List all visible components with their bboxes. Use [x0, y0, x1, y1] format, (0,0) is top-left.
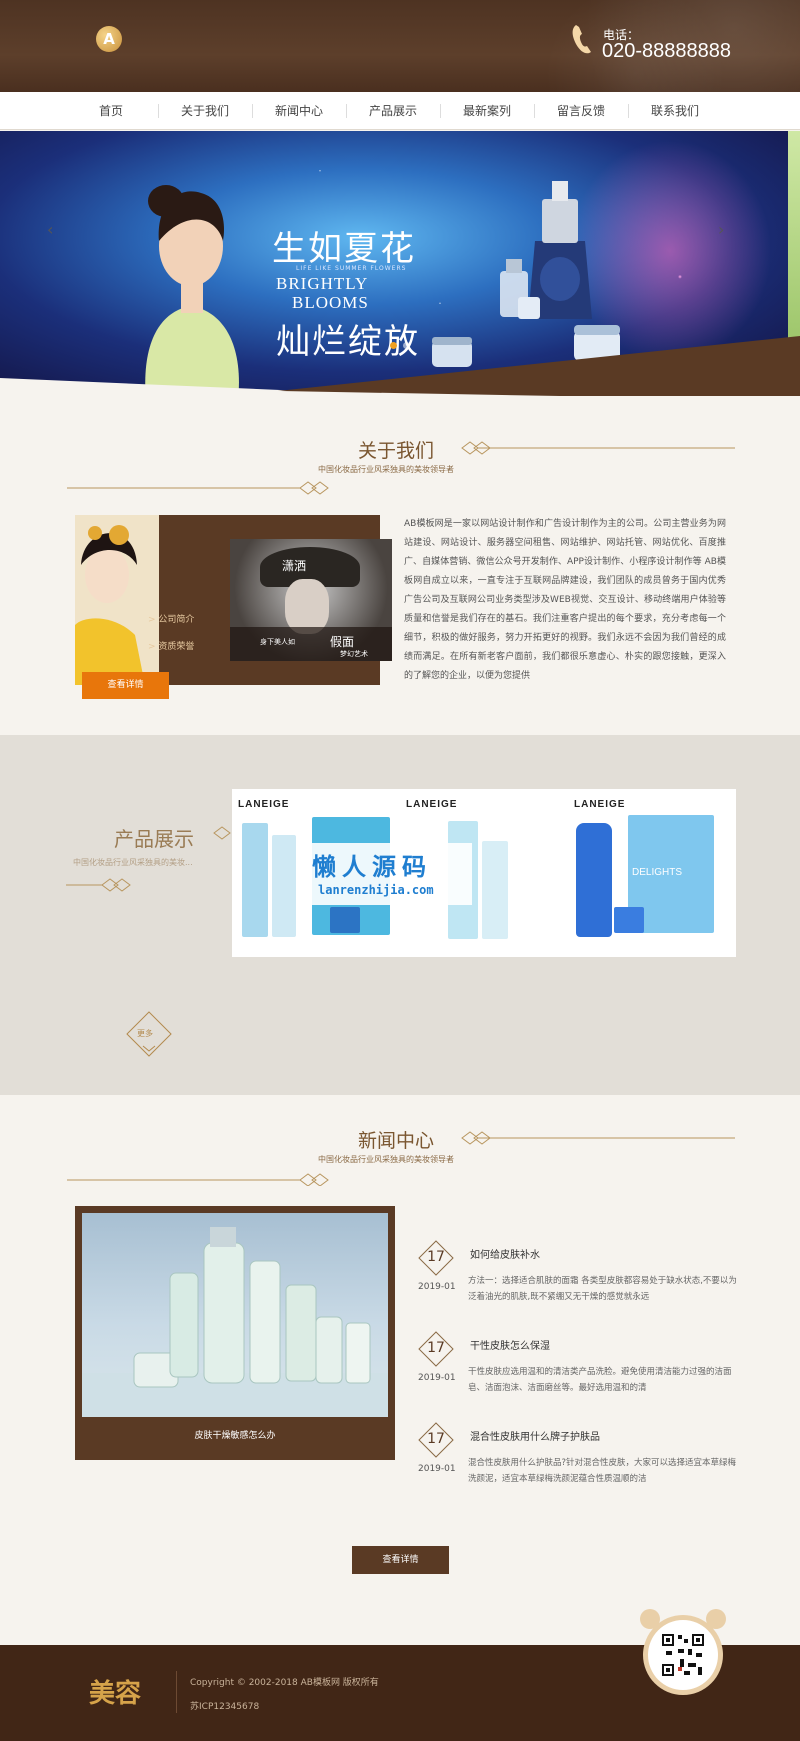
news-title: 新闻中心: [358, 1130, 435, 1152]
news-date: 2019-01: [418, 1464, 456, 1474]
product-bottle-1b: [272, 835, 296, 937]
about-link-honors[interactable]: > 资质荣誉: [148, 639, 194, 652]
news-item[interactable]: 17 2019-01 如何给皮肤补水 方法一：选择适合肌肤的面霜 各类型皮肤都容…: [412, 1238, 742, 1318]
footer-icp[interactable]: 苏ICP12345678: [190, 1699, 259, 1712]
nav-item-products[interactable]: 产品展示: [346, 92, 440, 130]
photo-face: [285, 579, 329, 634]
phone-number: 020-88888888: [602, 40, 732, 62]
about-links: > 公司简介 > 资质荣誉: [148, 612, 194, 666]
product-brand-3: LANEIGE: [574, 799, 626, 810]
news-date: 2019-01: [418, 1282, 456, 1292]
footer-copyright: Copyright © 2002-2018 AB模板网 版权所有: [190, 1678, 379, 1688]
watermark: 懒人源码 lanrenzhijia.com: [296, 843, 472, 905]
about-text: AB模板网是一家以网站设计制作和广告设计制作为主的公司。公司主营业务为网站建设、…: [404, 519, 726, 681]
nav-item-news[interactable]: 新闻中心: [252, 92, 346, 130]
about-link-profile[interactable]: > 公司简介: [148, 612, 194, 625]
about-photo: 潇洒 身下美人如 假面 梦幻艺术: [230, 539, 392, 661]
news-title-link[interactable]: 如何给皮肤补水: [470, 1246, 540, 1261]
news-heading: 新闻中心 中国化妆品行业风采独具的美妆领导者: [0, 1126, 800, 1186]
banner-bottom-slant: [0, 336, 800, 396]
products-section: 产品展示 中国化妆品行业风采独具的美妆... LANEIGE LANEIGE L…: [0, 735, 800, 1095]
photo-caption-small: 梦幻艺术: [340, 650, 368, 658]
news-products-image: [82, 1227, 388, 1417]
nav-item-about[interactable]: 关于我们: [158, 92, 252, 130]
banner-next-arrow[interactable]: ›: [718, 220, 724, 239]
phone-icon: [572, 25, 591, 54]
site-header: A 电话： 020-88888888: [0, 0, 800, 92]
banner-headline-cn-1: 生如夏花: [272, 229, 416, 269]
news-title-link[interactable]: 混合性皮肤用什么牌子护肤品: [470, 1428, 600, 1443]
news-feature-image[interactable]: [82, 1213, 388, 1417]
footer-brand: 美容: [89, 1679, 142, 1709]
news-desc: 混合性皮肤用什么护肤品?针对混合性皮肤，大家可以选择适宜本草绿梅洗颜泥，适宜本草…: [468, 1458, 737, 1484]
chevron-right-icon: ›: [718, 220, 725, 239]
product-brand-2: LANEIGE: [406, 799, 458, 810]
news-details-button[interactable]: 查看详情: [352, 1546, 449, 1574]
products-ornament: [66, 878, 131, 892]
news-item[interactable]: 17 2019-01 干性皮肤怎么保湿 干性皮肤应选用温和的清洁类产品洗脸。避免…: [412, 1329, 742, 1409]
about-subtitle: 中国化妆品行业风采独具的美妆领导者: [318, 465, 454, 474]
photo-caption-big: 假面: [330, 635, 355, 649]
news-title-link[interactable]: 干性皮肤怎么保湿: [470, 1337, 550, 1352]
products-more-button[interactable]: 更多: [125, 1010, 173, 1058]
products-title: 产品展示: [114, 827, 194, 851]
about-title: 关于我们: [358, 440, 435, 462]
banner-prev-arrow[interactable]: ‹: [47, 220, 53, 239]
product-box-label: DELIGHTS: [632, 867, 683, 878]
products-more-label: 更多: [137, 1029, 153, 1038]
watermark-cn: 懒人源码: [312, 853, 432, 881]
banner-headline-en-2: BLOOMS: [292, 293, 369, 312]
logo-icon[interactable]: A: [96, 26, 122, 52]
product-jar-3: [614, 907, 644, 933]
news-day: 17: [427, 1431, 445, 1447]
product-bottle-1a: [242, 823, 268, 937]
banner-headline-en-1: BRIGHTLY: [276, 274, 369, 293]
news-desc: 方法一：选择适合肌肤的面霜 各类型皮肤都容易处于缺水状态,不要以为泛着油光的肌肤…: [468, 1276, 737, 1302]
nav-item-cases[interactable]: 最新案列: [440, 92, 534, 130]
news-day: 17: [427, 1340, 445, 1356]
news-item[interactable]: 17 2019-01 混合性皮肤用什么牌子护肤品 混合性皮肤用什么护肤品?针对混…: [412, 1420, 742, 1500]
about-details-button[interactable]: 查看详情: [82, 672, 169, 699]
hero-banner: 生如夏花 LIFE LIKE SUMMER FLOWERS BRIGHTLY B…: [0, 131, 800, 396]
news-desc: 干性皮肤应选用温和的清洁类产品洗脸。避免使用清洁能力过强的洁面皂、洁面泡沫、洁面…: [468, 1367, 732, 1393]
product-jar-1: [330, 907, 360, 933]
banner-small-en: LIFE LIKE SUMMER FLOWERS: [296, 265, 407, 272]
nav-item-feedback[interactable]: 留言反馈: [534, 92, 628, 130]
news-feature-caption[interactable]: 皮肤干燥敏感怎么办: [75, 1428, 395, 1441]
products-image[interactable]: LANEIGE LANEIGE LANEIGE DELIGHTS 懒人源码 la…: [232, 789, 736, 957]
nav-item-contact[interactable]: 联系我们: [628, 92, 722, 130]
news-day: 17: [427, 1249, 445, 1265]
qr-code-icon: [640, 1609, 726, 1695]
news-date: 2019-01: [418, 1373, 456, 1383]
main-nav: 首页 关于我们 新闻中心 产品展示 最新案列 留言反馈 联系我们: [0, 92, 800, 130]
photo-caption-top: 潇洒: [282, 559, 307, 573]
photo-caption-left: 身下美人如: [260, 638, 295, 646]
nav-item-home[interactable]: 首页: [64, 92, 158, 130]
about-lady-image: [75, 515, 159, 685]
chevron-left-icon: ‹: [47, 220, 54, 239]
news-subtitle: 中国化妆品行业风采独具的美妆领导者: [318, 1155, 454, 1164]
about-heading: 关于我们 中国化妆品行业风采独具的美妆领导者: [0, 436, 800, 496]
watermark-en: lanrenzhijia.com: [318, 883, 434, 897]
footer-divider: [176, 1671, 177, 1713]
product-bottle-2b: [482, 841, 508, 939]
product-brand-1: LANEIGE: [238, 799, 290, 810]
product-bottle-3: [576, 823, 612, 937]
products-subtitle: 中国化妆品行业风采独具的美妆...: [73, 858, 193, 867]
